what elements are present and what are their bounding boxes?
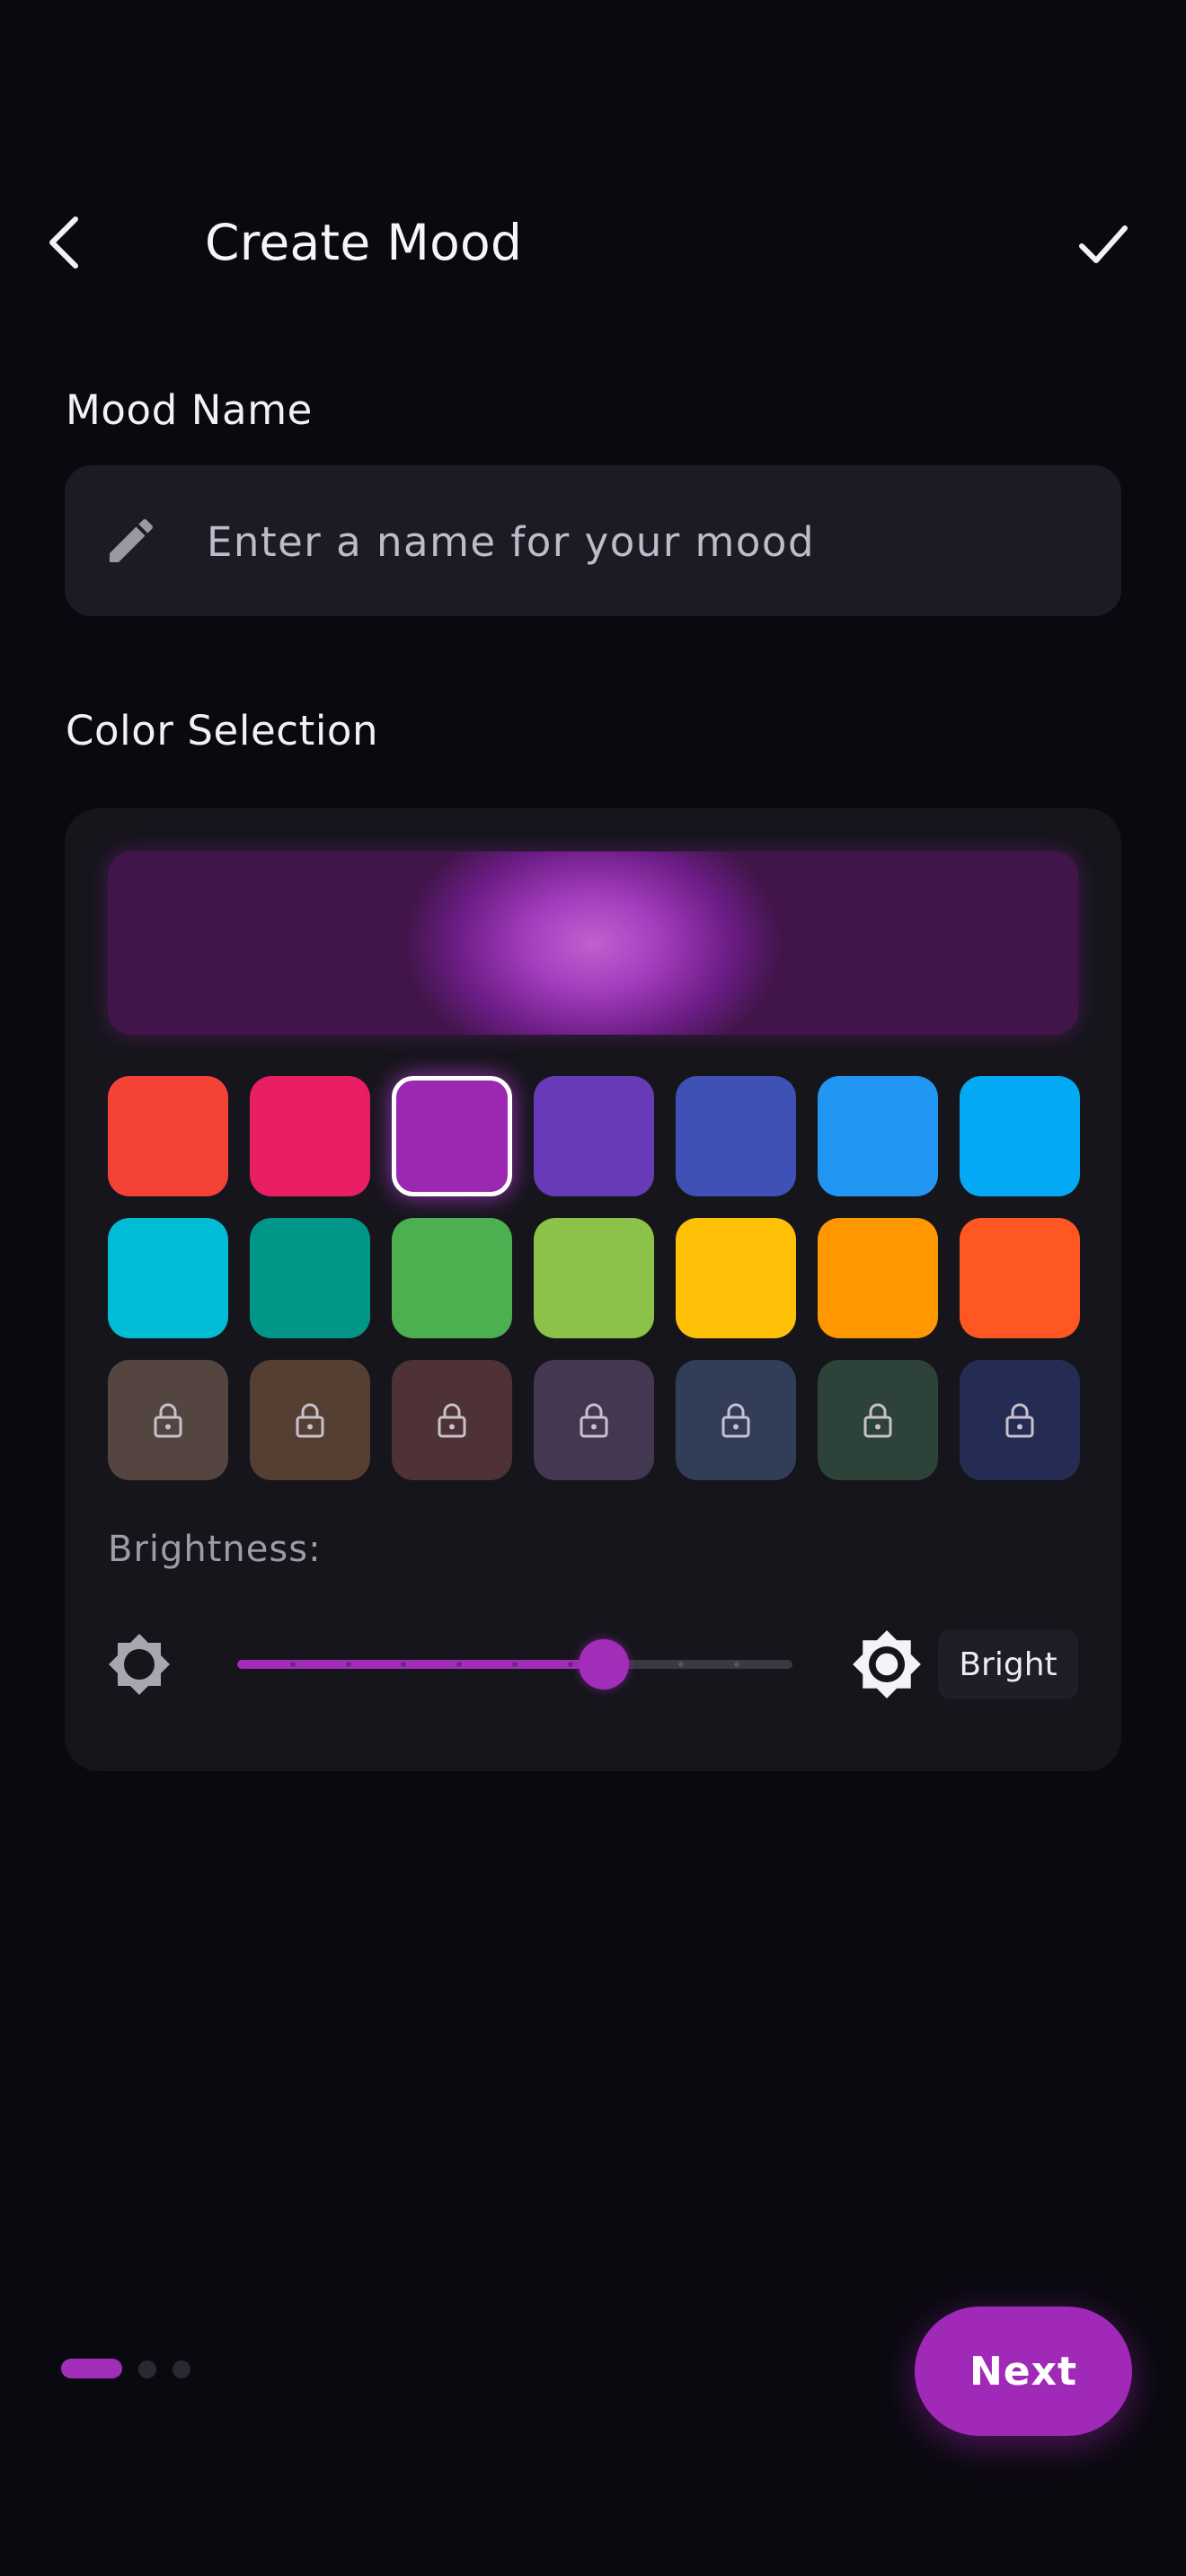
mood-name-input[interactable] [205, 465, 1089, 618]
next-button[interactable]: Next [915, 2307, 1132, 2436]
lock-icon [863, 1403, 892, 1438]
brightness-label: Brightness: [108, 1529, 322, 1570]
mood-name-label: Mood Name [66, 386, 313, 434]
color-swatch[interactable] [250, 1218, 370, 1338]
lock-icon [580, 1403, 608, 1438]
color-swatch[interactable] [392, 1218, 512, 1338]
slider-tick [512, 1662, 518, 1667]
color-selection-label: Color Selection [66, 707, 379, 754]
color-swatch[interactable] [108, 1076, 228, 1196]
color-swatch-locked[interactable] [818, 1360, 938, 1480]
lock-icon [1005, 1403, 1034, 1438]
color-swatch-locked[interactable] [676, 1360, 796, 1480]
chevron-left-icon [49, 216, 78, 269]
lock-icon [721, 1403, 750, 1438]
color-swatch-selected[interactable] [392, 1076, 512, 1196]
slider-thumb[interactable] [578, 1639, 629, 1689]
color-swatch[interactable] [676, 1218, 796, 1338]
color-swatch-locked[interactable] [250, 1360, 370, 1480]
color-swatch[interactable] [534, 1076, 654, 1196]
back-button[interactable] [47, 207, 110, 278]
lock-icon [296, 1403, 324, 1438]
page-dot [173, 2360, 190, 2378]
page-dot [138, 2360, 156, 2378]
color-swatch[interactable] [960, 1218, 1080, 1338]
header-bar: Create Mood [0, 198, 1186, 287]
page-dot-active [61, 2359, 122, 2378]
color-swatch-locked[interactable] [960, 1360, 1080, 1480]
brightness-low-icon [109, 1634, 170, 1695]
lock-icon [154, 1403, 182, 1438]
color-swatch[interactable] [960, 1076, 1080, 1196]
checkmark-icon [1079, 225, 1128, 263]
color-swatch[interactable] [818, 1076, 938, 1196]
color-swatch[interactable] [108, 1218, 228, 1338]
slider-tick [289, 1662, 296, 1667]
color-selection-card: Brightness: Bright [65, 808, 1121, 1771]
color-swatch-locked[interactable] [534, 1360, 654, 1480]
page-title: Create Mood [205, 214, 523, 271]
create-mood-screen: Create Mood Mood Name Color Selection Br… [0, 0, 1186, 2576]
color-preview [108, 851, 1078, 1035]
color-swatch-locked[interactable] [392, 1360, 512, 1480]
pencil-icon [110, 518, 154, 562]
color-swatch[interactable] [534, 1218, 654, 1338]
mood-name-field[interactable] [65, 465, 1121, 618]
lock-icon [438, 1403, 466, 1438]
color-swatch[interactable] [250, 1076, 370, 1196]
brightness-high-icon [853, 1630, 921, 1698]
brightness-level-badge: Bright [938, 1629, 1078, 1699]
confirm-button[interactable] [1067, 208, 1139, 280]
slider-tick [345, 1662, 351, 1667]
brightness-slider[interactable] [237, 1626, 792, 1703]
slider-tick [567, 1662, 573, 1667]
color-swatch-locked[interactable] [108, 1360, 228, 1480]
color-swatch[interactable] [818, 1218, 938, 1338]
color-swatch[interactable] [676, 1076, 796, 1196]
